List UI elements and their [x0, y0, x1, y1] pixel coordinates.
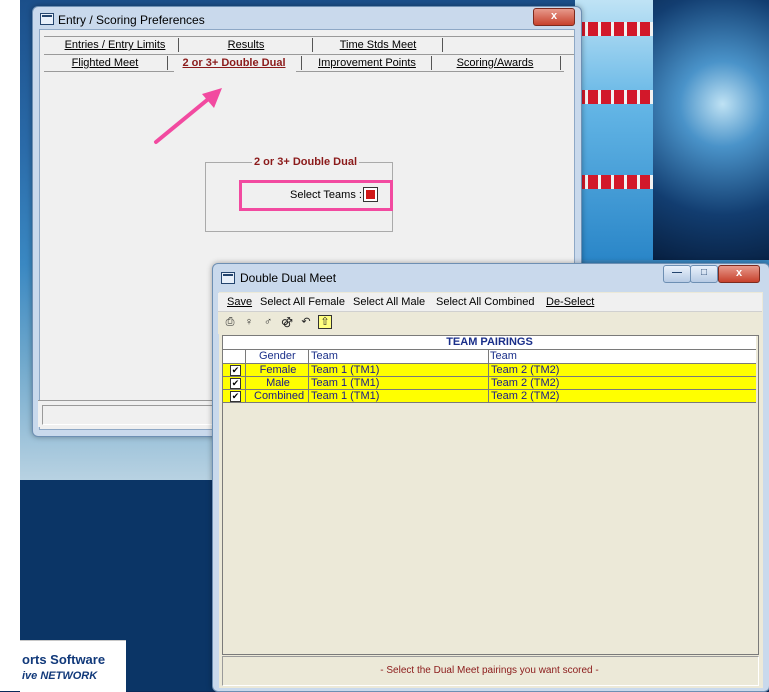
tab-separator: [442, 38, 443, 52]
menu-select-all-female[interactable]: Select All Female: [260, 296, 345, 308]
team2-cell: Team 2 (TM2): [491, 364, 560, 376]
tab-separator: [560, 56, 561, 70]
lane-rope: [575, 22, 653, 36]
window-app-icon: [221, 272, 235, 284]
undo-icon[interactable]: ↶: [299, 315, 313, 329]
table-row[interactable]: [223, 364, 756, 377]
team2-cell: Team 2 (TM2): [491, 377, 560, 389]
brand-logo-subtext: ive NETWORK: [22, 670, 98, 682]
column-header-gender[interactable]: Gender: [259, 350, 296, 363]
desktop-margin: [0, 0, 20, 691]
tab-separator: [167, 56, 168, 70]
minimize-button[interactable]: —: [663, 265, 691, 283]
menu-select-all-male[interactable]: Select All Male: [353, 296, 425, 308]
column-header-team1[interactable]: Team: [311, 350, 338, 363]
team1-cell: Team 1 (TM1): [311, 364, 380, 376]
groupbox-title: 2 or 3+ Double Dual: [252, 156, 359, 168]
tab-results[interactable]: Results: [186, 37, 306, 53]
gender-cell: Male: [266, 377, 290, 389]
tab-separator: [431, 56, 432, 70]
team1-cell: Team 1 (TM1): [311, 377, 380, 389]
double-dual-window-title: Double Dual Meet: [240, 271, 337, 285]
grid-column-divider: [488, 350, 489, 403]
column-header-team2[interactable]: Team: [490, 350, 517, 363]
pool-image: [575, 0, 653, 260]
grid-caption: TEAM PAIRINGS: [223, 336, 756, 350]
team1-cell: Team 1 (TM1): [311, 390, 380, 402]
preferences-window-title: Entry / Scoring Preferences: [58, 13, 205, 27]
grid-column-divider: [308, 350, 309, 403]
tab-time-stds-meet[interactable]: Time Stds Meet: [320, 37, 436, 53]
printer-icon[interactable]: ⎙: [223, 315, 237, 329]
export-icon[interactable]: ⇧: [318, 315, 332, 329]
maximize-button[interactable]: □: [690, 265, 718, 283]
female-select-icon[interactable]: ♀: [242, 315, 256, 329]
menu-save[interactable]: Save: [227, 296, 252, 308]
tab-scoring-awards[interactable]: Scoring/Awards: [440, 55, 550, 71]
row-checkbox[interactable]: ✔: [230, 365, 241, 376]
tab-panel-border: [296, 71, 564, 72]
close-button[interactable]: x: [718, 265, 760, 283]
tab-separator: [178, 38, 179, 52]
combined-select-icon[interactable]: ⚣: [280, 315, 294, 329]
lane-rope: [575, 90, 653, 104]
status-message: - Select the Dual Meet pairings you want…: [380, 665, 599, 676]
male-select-icon[interactable]: ♂: [261, 315, 275, 329]
table-row[interactable]: [223, 377, 756, 390]
grid-column-divider: [245, 350, 246, 403]
row-checkbox[interactable]: ✔: [230, 378, 241, 389]
lane-rope: [575, 175, 653, 189]
row-checkbox[interactable]: ✔: [230, 391, 241, 402]
annotation-highlight-box: [239, 180, 393, 211]
team2-cell: Team 2 (TM2): [491, 390, 560, 402]
window-app-icon: [40, 13, 54, 25]
close-button[interactable]: x: [533, 8, 575, 26]
tab-double-dual[interactable]: 2 or 3+ Double Dual: [174, 55, 294, 71]
tab-separator: [312, 38, 313, 52]
tab-separator: [301, 56, 302, 70]
tab-improvement-points[interactable]: Improvement Points: [308, 55, 426, 71]
tab-entries-limits[interactable]: Entries / Entry Limits: [60, 37, 170, 53]
menu-deselect[interactable]: De-Select: [546, 296, 594, 308]
gender-cell: Female: [259, 364, 297, 376]
swimmer-image: [653, 0, 769, 260]
menu-select-all-combined[interactable]: Select All Combined: [436, 296, 534, 308]
annotation-arrow-icon: [154, 88, 222, 144]
gender-cell: Combined: [254, 390, 305, 402]
tab-flighted-meet[interactable]: Flighted Meet: [50, 55, 160, 71]
tab-panel-border: [44, 71, 174, 72]
brand-logo-text: orts Software: [22, 652, 106, 667]
